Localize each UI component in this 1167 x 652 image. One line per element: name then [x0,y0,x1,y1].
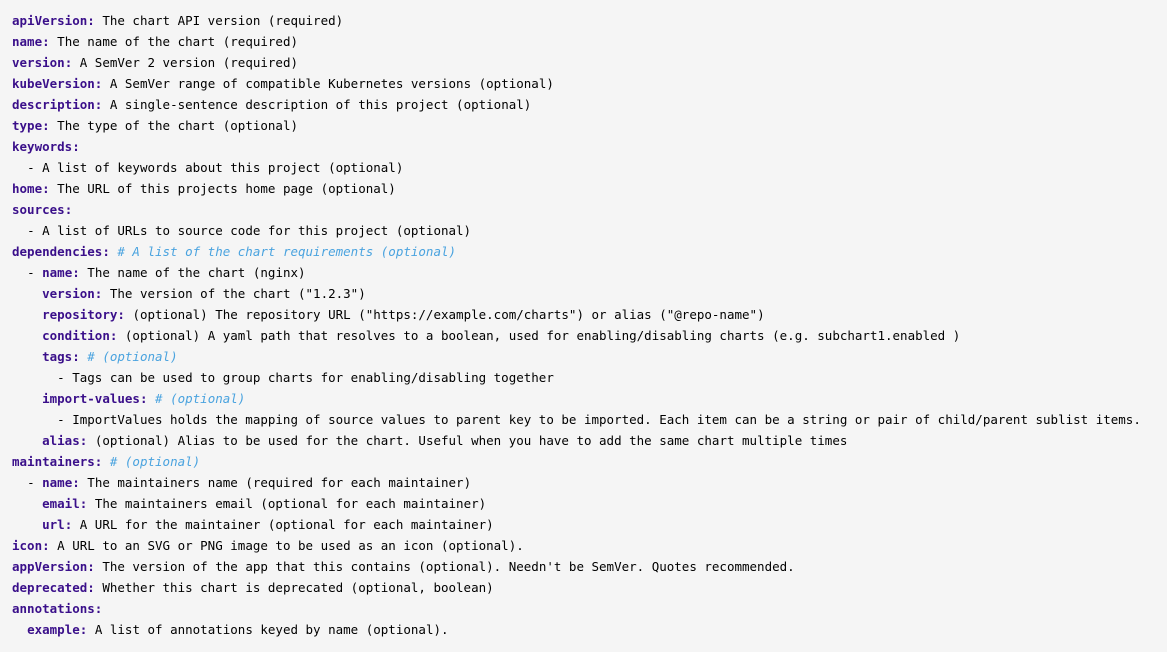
yaml-value: The type of the chart (optional) [57,118,298,133]
yaml-comment: # A list of the chart requirements (opti… [117,244,456,259]
yaml-line: - Tags can be used to group charts for e… [12,367,1155,388]
yaml-key: repository [42,307,117,322]
list-dash: - [27,223,42,238]
yaml-value: (optional) A yaml path that resolves to … [125,328,960,343]
yaml-key: kubeVersion [12,76,95,91]
yaml-line: name: The name of the chart (required) [12,31,1155,52]
yaml-line: - name: The maintainers name (required f… [12,472,1155,493]
yaml-value: Tags can be used to group charts for ena… [72,370,554,385]
list-dash: - [57,412,72,427]
yaml-value: (optional) The repository URL ("https://… [132,307,764,322]
yaml-value: The name of the chart (required) [57,34,298,49]
yaml-key: name [42,475,72,490]
yaml-value: A single-sentence description of this pr… [110,97,531,112]
yaml-line: - A list of keywords about this project … [12,157,1155,178]
yaml-key: apiVersion [12,13,87,28]
yaml-key: email [42,496,80,511]
yaml-key: appVersion [12,559,87,574]
yaml-value: A URL to an SVG or PNG image to be used … [57,538,524,553]
yaml-key: example [27,622,80,637]
yaml-line: alias: (optional) Alias to be used for t… [12,430,1155,451]
yaml-line: description: A single-sentence descripti… [12,94,1155,115]
yaml-value: A list of keywords about this project (o… [42,160,403,175]
yaml-line: - name: The name of the chart (nginx) [12,262,1155,283]
yaml-line: - ImportValues holds the mapping of sour… [12,409,1155,430]
yaml-comment: # (optional) [87,349,177,364]
yaml-value: The version of the chart ("1.2.3") [110,286,366,301]
yaml-value: The maintainers email (optional for each… [95,496,486,511]
yaml-value: A list of URLs to source code for this p… [42,223,471,238]
yaml-line: email: The maintainers email (optional f… [12,493,1155,514]
yaml-key: name [12,34,42,49]
yaml-key: description [12,97,95,112]
yaml-line: home: The URL of this projects home page… [12,178,1155,199]
yaml-comment: # (optional) [155,391,245,406]
yaml-line: type: The type of the chart (optional) [12,115,1155,136]
yaml-key: import-values [42,391,140,406]
yaml-line: apiVersion: The chart API version (requi… [12,10,1155,31]
yaml-line: - A list of URLs to source code for this… [12,220,1155,241]
yaml-key: alias [42,433,80,448]
yaml-value: A SemVer 2 version (required) [80,55,298,70]
yaml-value: (optional) Alias to be used for the char… [95,433,848,448]
list-dash: - [27,475,42,490]
yaml-key: annotations [12,601,95,616]
yaml-value: A URL for the maintainer (optional for e… [80,517,494,532]
yaml-line: version: A SemVer 2 version (required) [12,52,1155,73]
yaml-key: type [12,118,42,133]
yaml-line: example: A list of annotations keyed by … [12,619,1155,640]
list-dash: - [57,370,72,385]
yaml-value: The URL of this projects home page (opti… [57,181,396,196]
yaml-value: A SemVer range of compatible Kubernetes … [110,76,554,91]
yaml-key: condition [42,328,110,343]
yaml-key: version [12,55,65,70]
yaml-value: The version of the app that this contain… [102,559,794,574]
yaml-key: name [42,265,72,280]
yaml-schema-block: apiVersion: The chart API version (requi… [0,0,1167,652]
yaml-key: tags [42,349,72,364]
yaml-key: sources [12,202,65,217]
yaml-line: repository: (optional) The repository UR… [12,304,1155,325]
yaml-value: The chart API version (required) [102,13,343,28]
yaml-line: import-values: # (optional) [12,388,1155,409]
yaml-key: maintainers [12,454,95,469]
yaml-line: version: The version of the chart ("1.2.… [12,283,1155,304]
yaml-line: kubeVersion: A SemVer range of compatibl… [12,73,1155,94]
yaml-line: dependencies: # A list of the chart requ… [12,241,1155,262]
list-dash: - [27,265,42,280]
yaml-line: annotations: [12,598,1155,619]
yaml-key: icon [12,538,42,553]
yaml-line: maintainers: # (optional) [12,451,1155,472]
yaml-comment: # (optional) [110,454,200,469]
yaml-line: deprecated: Whether this chart is deprec… [12,577,1155,598]
yaml-line: icon: A URL to an SVG or PNG image to be… [12,535,1155,556]
yaml-value: The maintainers name (required for each … [87,475,471,490]
yaml-key: url [42,517,65,532]
yaml-value: Whether this chart is deprecated (option… [102,580,493,595]
yaml-line: condition: (optional) A yaml path that r… [12,325,1155,346]
yaml-line: tags: # (optional) [12,346,1155,367]
yaml-key: dependencies [12,244,102,259]
yaml-key: keywords [12,139,72,154]
yaml-value: ImportValues holds the mapping of source… [72,412,1141,427]
yaml-key: version [42,286,95,301]
yaml-line: sources: [12,199,1155,220]
yaml-line: keywords: [12,136,1155,157]
yaml-line: url: A URL for the maintainer (optional … [12,514,1155,535]
yaml-line: appVersion: The version of the app that … [12,556,1155,577]
yaml-value: The name of the chart (nginx) [87,265,305,280]
yaml-value: A list of annotations keyed by name (opt… [95,622,449,637]
yaml-key: home [12,181,42,196]
list-dash: - [27,160,42,175]
yaml-key: deprecated [12,580,87,595]
